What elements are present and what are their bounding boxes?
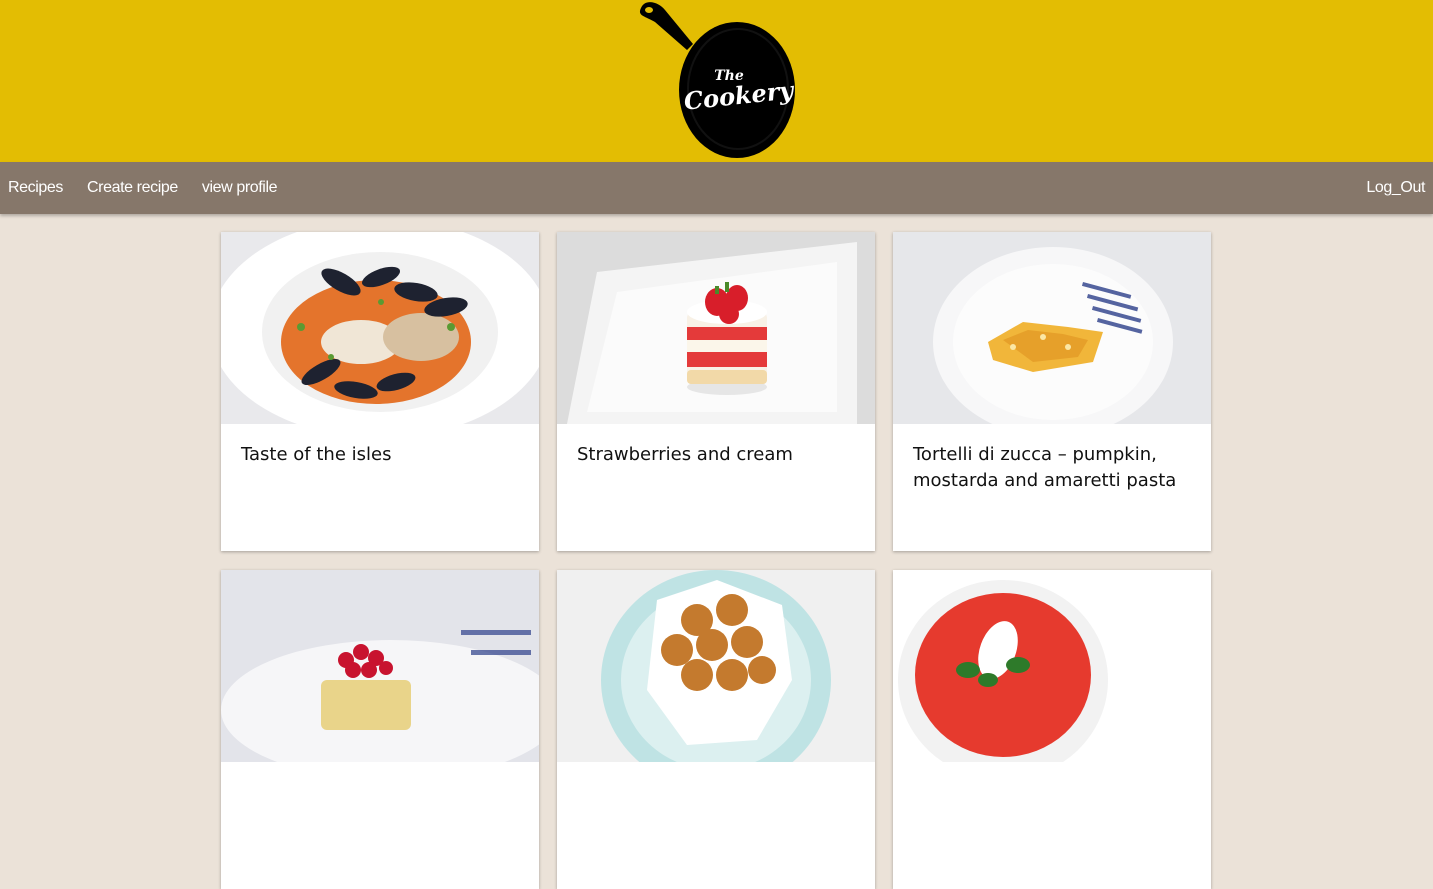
recipe-image-strawberry-cake	[557, 232, 875, 424]
main-nav: Recipes Create recipe view profile Log_O…	[0, 162, 1433, 214]
recipe-card[interactable]: Strawberries and cream	[557, 232, 875, 551]
cookery-logo[interactable]: The Cookery	[635, 0, 797, 160]
recipe-image-raspberry-tart	[221, 570, 539, 762]
recipe-title[interactable]: Strawberries and cream	[557, 424, 875, 468]
recipe-image-tomato-soup	[893, 570, 1211, 762]
recipe-title[interactable]: Tortelli di zucca – pumpkin, mostarda an…	[893, 424, 1211, 494]
recipe-image-pumpkin-pasta	[893, 232, 1211, 424]
recipe-card[interactable]: Taste of the isles	[221, 232, 539, 551]
nav-create-recipe[interactable]: Create recipe	[87, 179, 178, 197]
recipe-grid: Taste of the isles Strawberries and crea…	[221, 232, 1211, 889]
recipe-title[interactable]: Taste of the isles	[221, 424, 539, 468]
nav-recipes[interactable]: Recipes	[8, 179, 63, 197]
recipe-card[interactable]	[557, 570, 875, 889]
recipe-card[interactable]: Tortelli di zucca – pumpkin, mostarda an…	[893, 232, 1211, 551]
nav-view-profile[interactable]: view profile	[202, 179, 278, 197]
recipe-image-mussels	[221, 232, 539, 424]
recipe-card[interactable]	[893, 570, 1211, 889]
site-header: The Cookery	[0, 0, 1433, 162]
recipe-image-doughnuts	[557, 570, 875, 762]
recipe-card[interactable]	[221, 570, 539, 889]
logout-link[interactable]: Log_Out	[1366, 179, 1425, 197]
